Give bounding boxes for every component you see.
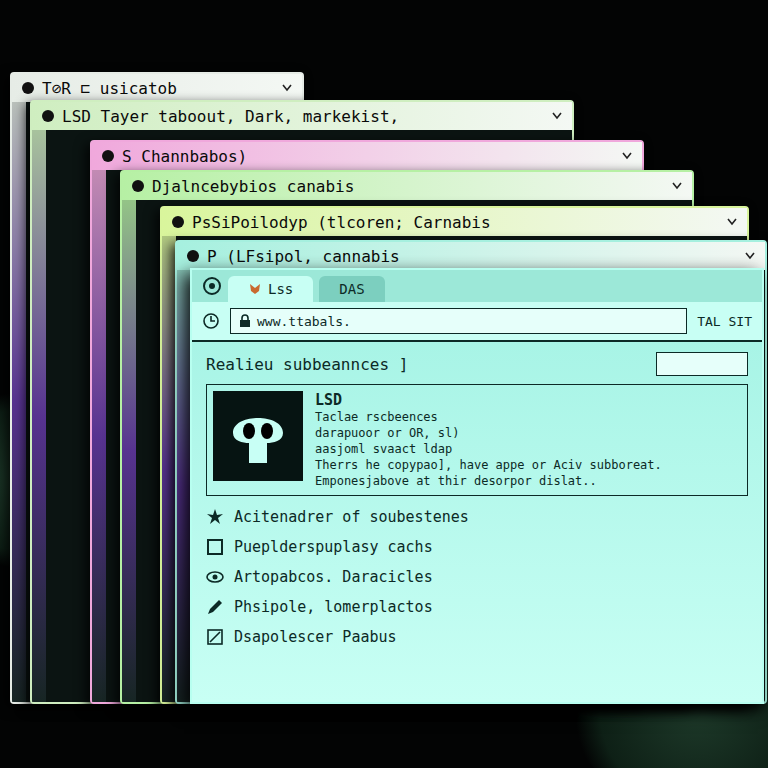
window-title: PsSiPoilodyp (tlcoren; Carnabis bbox=[192, 213, 719, 232]
square-icon bbox=[206, 628, 224, 646]
address-bar: www.ttabals. TAL SIT bbox=[192, 302, 762, 342]
product-card[interactable]: LSDTaclae rscbeencesdarapuoor or OR, sl)… bbox=[206, 384, 748, 496]
page-content: Realieu subbeannces ] LSDTaclae rscbeence… bbox=[192, 342, 762, 702]
pen-icon bbox=[206, 598, 224, 616]
lock-icon bbox=[239, 314, 251, 328]
chevron-icon[interactable] bbox=[552, 112, 562, 120]
window-titlebar[interactable]: S Channbabos) bbox=[92, 142, 642, 170]
window-strip bbox=[122, 200, 136, 702]
category-item[interactable]: Artopabcos. Daracicles bbox=[206, 564, 748, 590]
tab-icon bbox=[102, 150, 114, 162]
window-titlebar[interactable]: LSD Tayer taboout, Dark, markekist, bbox=[32, 102, 572, 130]
window-strip bbox=[162, 236, 176, 702]
heading-row: Realieu subbeannces ] bbox=[206, 352, 748, 376]
chevron-icon[interactable] bbox=[745, 252, 755, 260]
desktop: T⊘R ⊏ usicatob LSD Tayer taboout, Dark, m… bbox=[0, 0, 768, 768]
camera-icon bbox=[202, 276, 222, 302]
fox-icon bbox=[248, 282, 262, 296]
window-strip bbox=[177, 270, 191, 702]
leaf-icon bbox=[206, 508, 224, 526]
window-strip bbox=[32, 130, 46, 702]
tab-icon bbox=[132, 180, 144, 192]
category-item[interactable]: Phsipole, lomerplactos bbox=[206, 594, 748, 620]
eye-icon bbox=[206, 568, 224, 586]
category-item[interactable]: Acitenadrer of soubestenes bbox=[206, 504, 748, 530]
tab-icon bbox=[42, 110, 54, 122]
page-heading: Realieu subbeannces ] bbox=[206, 355, 408, 374]
search-box[interactable] bbox=[656, 352, 748, 376]
box-icon bbox=[206, 538, 224, 556]
home-icon[interactable] bbox=[202, 312, 220, 330]
card-title: LSD bbox=[315, 391, 662, 409]
card-text: Therrs he copypao], have appe or Aciv su… bbox=[315, 457, 662, 473]
card-text: Emponesjabove at thir desorpor dislat.. bbox=[315, 473, 662, 489]
category-list: Acitenadrer of soubestenes Pueplderspupla… bbox=[206, 504, 748, 650]
chevron-icon[interactable] bbox=[622, 152, 632, 160]
window-strip bbox=[92, 170, 106, 702]
window-title: LSD Tayer taboout, Dark, markekist, bbox=[62, 107, 544, 126]
window-strip bbox=[12, 102, 26, 702]
skull-mushroom-icon bbox=[213, 391, 303, 481]
card-text: Taclae rscbeences bbox=[315, 409, 662, 425]
tab-icon bbox=[187, 250, 199, 262]
tab-bar: LssDAS bbox=[192, 270, 762, 302]
card-text: aasjoml svaact ldap bbox=[315, 441, 662, 457]
window-title: T⊘R ⊏ usicatob bbox=[42, 79, 274, 98]
chevron-icon[interactable] bbox=[282, 84, 292, 92]
window-titlebar[interactable]: P (LFsipol, cannabis bbox=[177, 242, 765, 270]
tab-icon bbox=[22, 82, 34, 94]
category-item[interactable]: Dsapolescer Paabus bbox=[206, 624, 748, 650]
chevron-icon[interactable] bbox=[727, 218, 737, 226]
chevron-icon[interactable] bbox=[672, 182, 682, 190]
tab-icon bbox=[172, 216, 184, 228]
url-field[interactable]: www.ttabals. bbox=[230, 308, 687, 334]
browser-tab[interactable]: DAS bbox=[319, 276, 384, 302]
site-label: TAL SIT bbox=[697, 314, 752, 329]
browser-tab[interactable]: Lss bbox=[228, 276, 313, 302]
window-title: P (LFsipol, cannabis bbox=[207, 247, 737, 266]
category-item[interactable]: Pueplderspuplasy cachs bbox=[206, 534, 748, 560]
front-window[interactable]: LssDAS www.ttabals. TAL SIT Realieu subbean… bbox=[190, 268, 764, 704]
window-titlebar[interactable]: PsSiPoilodyp (tlcoren; Carnabis bbox=[162, 208, 747, 236]
window-titlebar[interactable]: Djalncebybios canabis bbox=[122, 172, 692, 200]
window-titlebar[interactable]: T⊘R ⊏ usicatob bbox=[12, 74, 302, 102]
window-title: Djalncebybios canabis bbox=[152, 177, 664, 196]
card-text: darapuoor or OR, sl) bbox=[315, 425, 662, 441]
window-title: S Channbabos) bbox=[122, 147, 614, 166]
